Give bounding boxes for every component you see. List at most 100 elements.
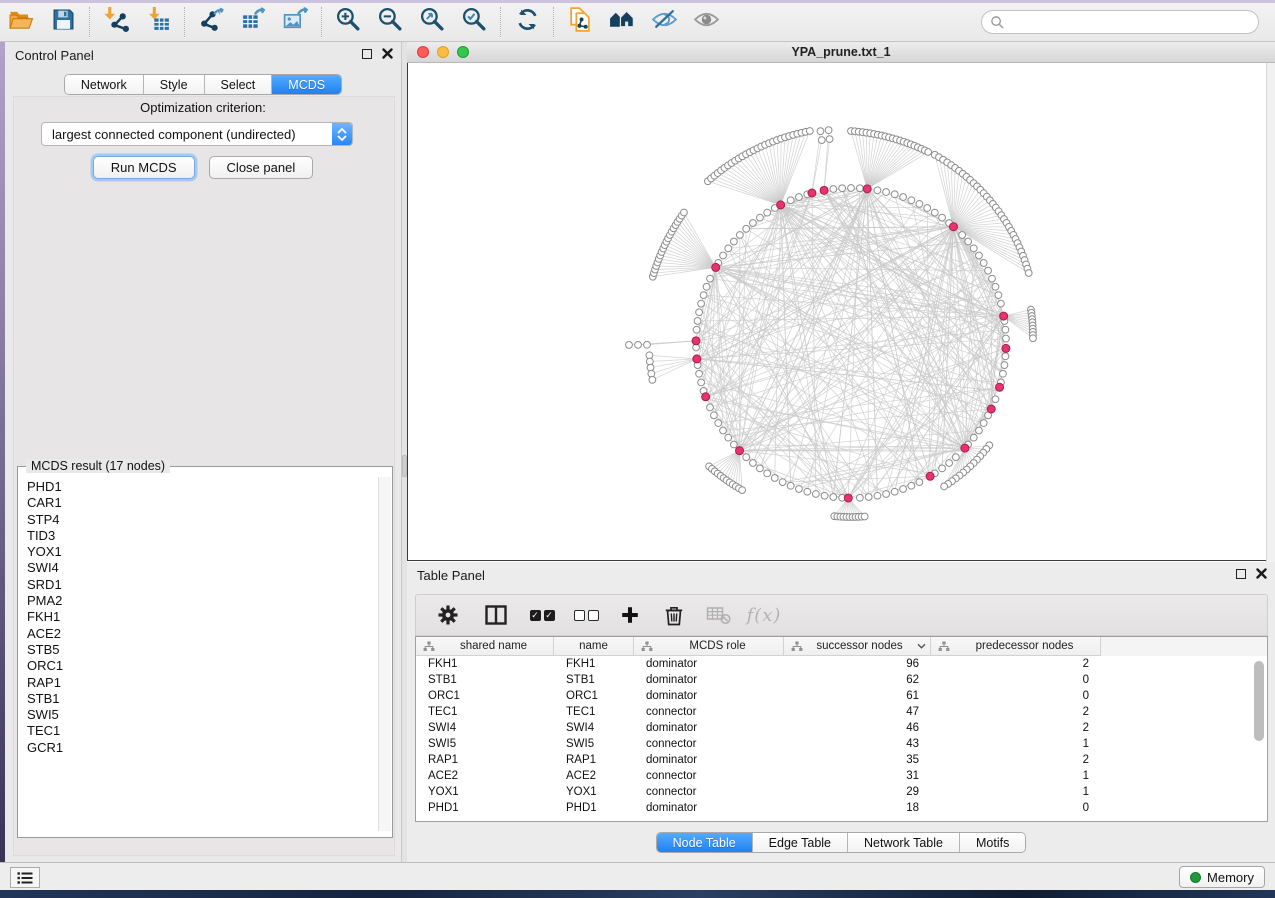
- save-session-button[interactable]: [42, 5, 84, 39]
- mcds-result-node[interactable]: TID3: [27, 528, 379, 544]
- deselect-all-button[interactable]: [566, 597, 606, 633]
- mcds-result-node[interactable]: PHD1: [27, 479, 379, 495]
- table-cell: TEC1: [554, 704, 634, 720]
- memory-button[interactable]: Memory: [1179, 866, 1265, 888]
- mcds-result-list[interactable]: PHD1CAR1STP4TID3YOX1SWI4SRD1PMA2FKH1ACE2…: [19, 477, 379, 831]
- tab-edge-table[interactable]: Edge Table: [753, 833, 848, 852]
- table-cell: PHD1: [416, 800, 554, 816]
- tab-select[interactable]: Select: [205, 75, 273, 94]
- mcds-list-scrollbar[interactable]: [378, 477, 391, 831]
- mcds-result-node[interactable]: RAP1: [27, 675, 379, 691]
- network-view-window: YPA_prune.txt_1: [407, 42, 1275, 562]
- table-cell: 1: [931, 736, 1101, 752]
- network-canvas-edge: [1266, 63, 1275, 562]
- refresh-view-button[interactable]: [506, 5, 548, 39]
- show-columns-button[interactable]: [476, 597, 516, 633]
- column-header-mcds-role[interactable]: MCDS role: [634, 637, 784, 656]
- task-history-button[interactable]: [10, 867, 40, 888]
- table-scrollbar[interactable]: [1254, 659, 1265, 819]
- export-table-button[interactable]: [232, 5, 274, 39]
- function-builder-button[interactable]: f(x): [744, 597, 784, 633]
- first-neighbors-button[interactable]: [601, 5, 643, 39]
- search-field[interactable]: [981, 10, 1259, 34]
- close-panel-button[interactable]: Close panel: [209, 156, 314, 179]
- mcds-result-node[interactable]: SWI5: [27, 707, 379, 723]
- show-all-button[interactable]: [685, 5, 727, 39]
- duplicate-network-button[interactable]: [559, 5, 601, 39]
- zoom-fit-icon: [419, 6, 446, 38]
- optimization-criterion-dropdown[interactable]: largest connected component (undirected): [41, 122, 353, 146]
- add-column-button[interactable]: [610, 597, 650, 633]
- mcds-result-node[interactable]: PMA2: [27, 593, 379, 609]
- mcds-result-node[interactable]: ORC1: [27, 658, 379, 674]
- table-options-button[interactable]: [428, 597, 468, 633]
- unchecked-checkboxes-icon: [574, 610, 599, 621]
- tab-network[interactable]: Network: [65, 75, 144, 94]
- zoom-out-button[interactable]: [369, 5, 411, 39]
- export-network-button[interactable]: [190, 5, 232, 39]
- table-cell: YOX1: [554, 784, 634, 800]
- table-row[interactable]: SWI4SWI4dominator462: [416, 720, 1267, 736]
- tab-motifs[interactable]: Motifs: [960, 833, 1025, 852]
- table-row[interactable]: RAP1RAP1dominator352: [416, 752, 1267, 768]
- toolbar-separator: [89, 7, 90, 37]
- hide-selected-button[interactable]: [643, 5, 685, 39]
- table-row[interactable]: STB1STB1dominator620: [416, 672, 1267, 688]
- table-cell: 46: [784, 720, 931, 736]
- tab-mcds[interactable]: MCDS: [272, 75, 341, 94]
- table-row[interactable]: PHD1PHD1dominator180: [416, 800, 1267, 816]
- table-cell: TEC1: [416, 704, 554, 720]
- export-image-icon: [282, 6, 309, 38]
- mcds-result-node[interactable]: STB5: [27, 642, 379, 658]
- export-image-button[interactable]: [274, 5, 316, 39]
- import-network-button[interactable]: [95, 5, 137, 39]
- zoom-selected-button[interactable]: [453, 5, 495, 39]
- table-row[interactable]: ORC1ORC1dominator610: [416, 688, 1267, 704]
- tab-network-table[interactable]: Network Table: [848, 833, 960, 852]
- tab-node-table[interactable]: Node Table: [657, 833, 753, 852]
- mcds-result-node[interactable]: GCR1: [27, 740, 379, 756]
- table-row[interactable]: TEC1TEC1connector472: [416, 704, 1267, 720]
- column-header-predecessor-nodes[interactable]: predecessor nodes: [931, 637, 1101, 656]
- delete-table-button[interactable]: [698, 597, 738, 633]
- search-input[interactable]: [1010, 12, 1240, 32]
- tab-style[interactable]: Style: [144, 75, 205, 94]
- mcds-result-node[interactable]: SWI4: [27, 560, 379, 576]
- column-header-successor-nodes[interactable]: successor nodes: [784, 637, 931, 656]
- mcds-result-node[interactable]: STB1: [27, 691, 379, 707]
- dropdown-stepper-icon[interactable]: [332, 123, 352, 145]
- import-table-button[interactable]: [137, 5, 179, 39]
- mcds-result-node[interactable]: YOX1: [27, 544, 379, 560]
- mcds-result-node[interactable]: STP4: [27, 512, 379, 528]
- float-panel-icon[interactable]: [1236, 569, 1246, 579]
- zoom-in-button[interactable]: [327, 5, 369, 39]
- close-panel-icon[interactable]: [1256, 568, 1267, 579]
- select-all-button[interactable]: ✓✓: [522, 597, 562, 633]
- column-header-shared-name[interactable]: shared name: [416, 637, 554, 656]
- run-mcds-button[interactable]: Run MCDS: [93, 156, 195, 179]
- mcds-result-node[interactable]: FKH1: [27, 609, 379, 625]
- network-window-titlebar[interactable]: YPA_prune.txt_1: [407, 42, 1275, 63]
- network-canvas[interactable]: [407, 63, 1266, 561]
- close-panel-icon[interactable]: [382, 48, 393, 59]
- mcds-result-node[interactable]: ACE2: [27, 626, 379, 642]
- delete-column-button[interactable]: [654, 597, 694, 633]
- table-row[interactable]: ACE2ACE2connector311: [416, 768, 1267, 784]
- mcds-result-node[interactable]: TEC1: [27, 723, 379, 739]
- table-row[interactable]: SWI5SWI5connector431: [416, 736, 1267, 752]
- table-row[interactable]: YOX1YOX1connector291: [416, 784, 1267, 800]
- column-header-name[interactable]: name: [554, 637, 634, 656]
- network-graph[interactable]: [408, 63, 1265, 559]
- open-file-button[interactable]: [0, 5, 42, 39]
- table-cell: dominator: [634, 720, 784, 736]
- mcds-result-node[interactable]: SRD1: [27, 577, 379, 593]
- table-cell: RAP1: [554, 752, 634, 768]
- trash-icon: [663, 604, 685, 627]
- float-panel-icon[interactable]: [362, 49, 372, 59]
- scrollbar-thumb[interactable]: [1254, 661, 1264, 741]
- table-row[interactable]: FKH1FKH1dominator962: [416, 656, 1267, 672]
- table-cell: SWI5: [416, 736, 554, 752]
- namespace-icon: [423, 641, 435, 652]
- zoom-fit-button[interactable]: [411, 5, 453, 39]
- mcds-result-node[interactable]: CAR1: [27, 495, 379, 511]
